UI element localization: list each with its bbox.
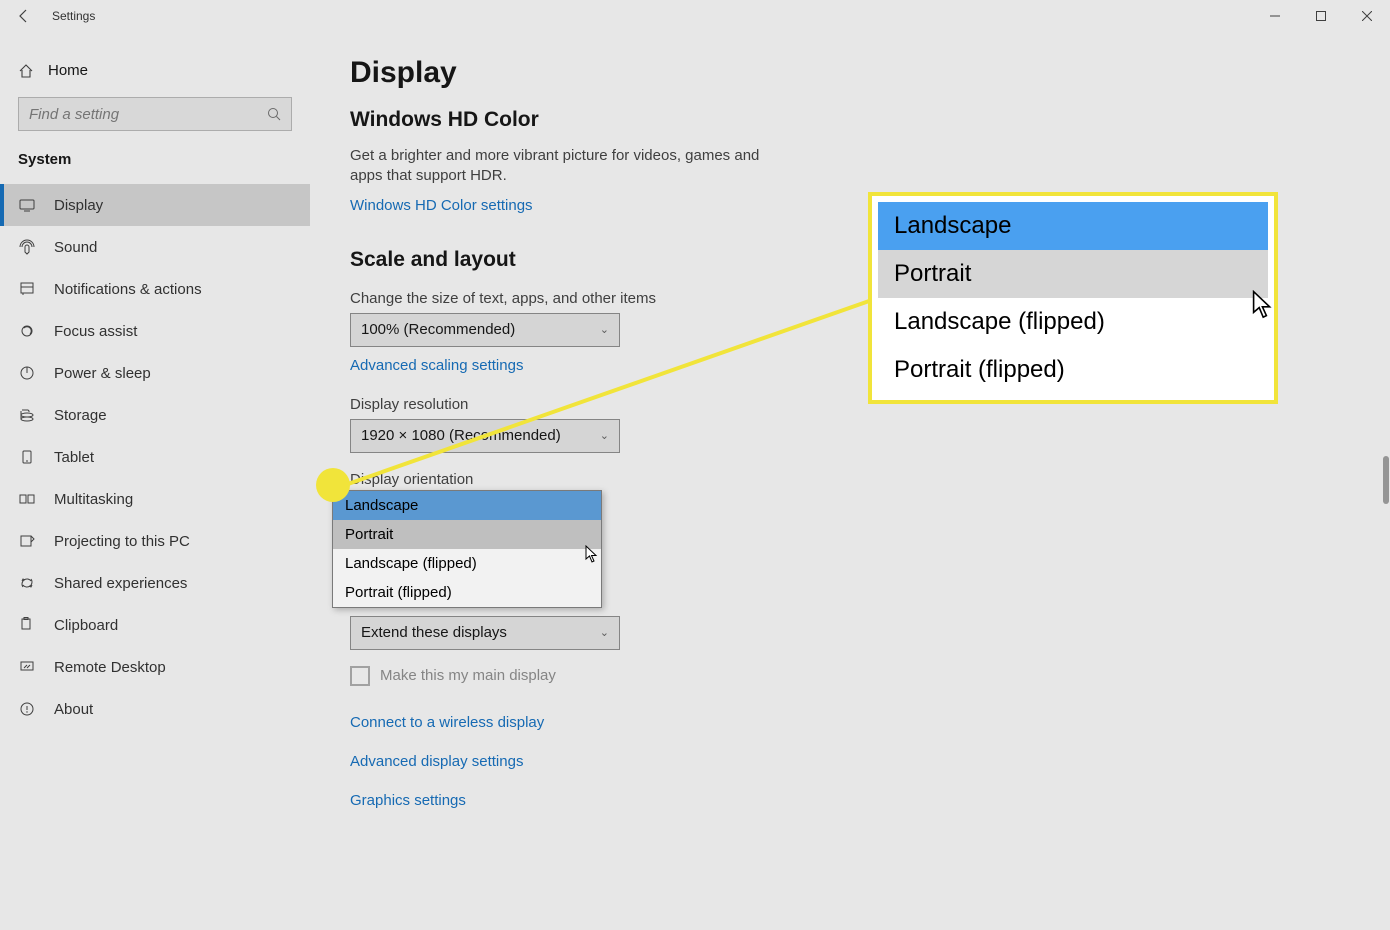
sidebar-category: System [0,151,310,184]
sidebar-item-storage[interactable]: Storage [0,394,310,436]
titlebar: Settings [0,0,1390,32]
orientation-option-zoom: Portrait (flipped) [878,346,1268,394]
annotation-dot [316,468,350,502]
home-icon [18,63,34,79]
orientation-label: Display orientation [350,471,1350,488]
about-icon [18,700,36,718]
search-icon [267,107,281,121]
close-button[interactable] [1344,0,1390,32]
orientation-option[interactable]: Landscape [333,491,601,520]
projecting-icon [18,532,36,550]
power-icon [18,364,36,382]
orientation-option[interactable]: Landscape (flipped) [333,549,601,578]
sidebar-home-label: Home [48,62,88,79]
connect-wireless-link[interactable]: Connect to a wireless display [350,714,544,731]
remote-desktop-icon [18,658,36,676]
sidebar-item-clipboard[interactable]: Clipboard [0,604,310,646]
sidebar-item-about[interactable]: About [0,688,310,730]
orientation-dropdown[interactable]: LandscapePortraitLandscape (flipped)Port… [332,490,602,608]
sidebar-item-label: Power & sleep [54,365,151,382]
maximize-icon [1316,11,1326,21]
search-input[interactable] [18,97,292,131]
sidebar-item-label: Tablet [54,449,94,466]
sidebar-item-label: Clipboard [54,617,118,634]
cursor-icon [585,545,599,563]
graphics-link[interactable]: Graphics settings [350,792,466,809]
sidebar-item-shared-experiences[interactable]: Shared experiences [0,562,310,604]
orientation-option-zoom: Portrait [878,250,1268,298]
sidebar-item-multitasking[interactable]: Multitasking [0,478,310,520]
sidebar-item-display[interactable]: Display [0,184,310,226]
window-title: Settings [48,9,95,23]
clipboard-icon [18,616,36,634]
sidebar-item-sound[interactable]: Sound [0,226,310,268]
maximize-button[interactable] [1298,0,1344,32]
window-body: Home System Display Sound Notifications & … [0,32,1390,930]
nav-list: Display Sound Notifications & actions Focus… [0,184,310,730]
sidebar-item-power-sleep[interactable]: Power & sleep [0,352,310,394]
back-button[interactable] [0,0,48,32]
resolution-select[interactable]: 1920 × 1080 (Recommended) ⌄ [350,419,620,453]
checkbox-icon [350,666,370,686]
resolution-value: 1920 × 1080 (Recommended) [361,427,561,444]
sidebar-item-remote-desktop[interactable]: Remote Desktop [0,646,310,688]
multi-display-value: Extend these displays [361,624,507,641]
hd-color-desc: Get a brighter and more vibrant picture … [350,146,790,187]
tablet-icon [18,448,36,466]
arrow-left-icon [16,8,32,24]
hd-color-link[interactable]: Windows HD Color settings [350,197,533,214]
close-icon [1362,11,1372,21]
scale-value: 100% (Recommended) [361,321,515,338]
sidebar-item-notifications-actions[interactable]: Notifications & actions [0,268,310,310]
main-content: Display Windows HD Color Get a brighter … [310,32,1390,930]
sidebar-item-label: Display [54,197,103,214]
sidebar-item-label: Multitasking [54,491,133,508]
multitasking-icon [18,490,36,508]
sidebar-item-label: Focus assist [54,323,137,340]
adv-display-link[interactable]: Advanced display settings [350,753,523,770]
multi-display-select[interactable]: Extend these displays ⌄ [350,616,620,650]
orientation-option-zoom: Landscape (flipped) [878,298,1268,346]
orientation-option[interactable]: Portrait [333,520,601,549]
chevron-down-icon: ⌄ [600,323,609,336]
main-display-checkbox: Make this my main display [350,666,1350,686]
scale-select[interactable]: 100% (Recommended) ⌄ [350,313,620,347]
display-icon [18,196,36,214]
cursor-icon [1252,290,1274,319]
sidebar-item-label: About [54,701,93,718]
sidebar-item-label: Shared experiences [54,575,187,592]
sidebar-item-label: Projecting to this PC [54,533,190,550]
sidebar-item-label: Notifications & actions [54,281,202,298]
page-title: Display [350,56,1350,90]
chevron-down-icon: ⌄ [600,429,609,442]
hd-color-heading: Windows HD Color [350,108,1350,132]
orientation-option[interactable]: Portrait (flipped) [333,578,601,607]
sidebar-item-projecting-to-this-pc[interactable]: Projecting to this PC [0,520,310,562]
notifications-icon [18,280,36,298]
focus-assist-icon [18,322,36,340]
minimize-icon [1270,11,1280,21]
shared-experiences-icon [18,574,36,592]
chevron-down-icon: ⌄ [600,626,609,639]
sidebar: Home System Display Sound Notifications & … [0,32,310,930]
main-display-label: Make this my main display [380,667,556,684]
sidebar-item-tablet[interactable]: Tablet [0,436,310,478]
settings-window: Settings Home System Display Sound Notific… [0,0,1390,930]
search-wrap [18,97,292,131]
sidebar-home[interactable]: Home [0,52,310,97]
search-field[interactable] [29,106,281,123]
adv-scaling-link[interactable]: Advanced scaling settings [350,357,523,374]
sidebar-item-focus-assist[interactable]: Focus assist [0,310,310,352]
orientation-option-zoom: Landscape [878,202,1268,250]
minimize-button[interactable] [1252,0,1298,32]
orientation-callout: LandscapePortraitLandscape (flipped)Port… [868,192,1278,404]
window-buttons [1252,0,1390,32]
sidebar-item-label: Sound [54,239,97,256]
sound-icon [18,238,36,256]
storage-icon [18,406,36,424]
sidebar-item-label: Remote Desktop [54,659,166,676]
sidebar-item-label: Storage [54,407,107,424]
scrollbar-thumb[interactable] [1383,456,1389,504]
